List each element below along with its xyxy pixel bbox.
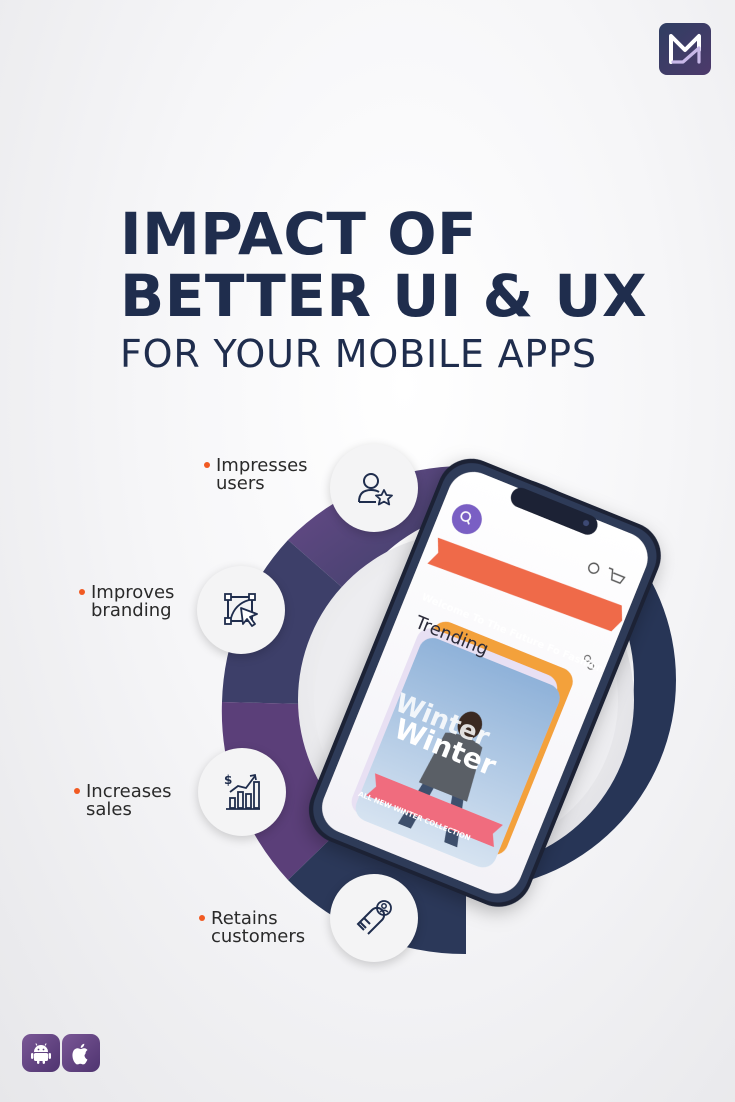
bullet-dot [79, 589, 85, 595]
sales-growth-icon: $ [224, 773, 260, 810]
bullet-dot [74, 788, 80, 794]
benefit-label-line-2: users [216, 473, 265, 494]
benefit-label-increases-sales: Increases sales [74, 783, 172, 820]
benefit-label-line-2: customers [211, 926, 306, 947]
benefit-label-impresses-users: Impresses users [204, 457, 308, 494]
android-icon [31, 1043, 51, 1064]
android-badge[interactable] [22, 1034, 60, 1072]
benefit-label-improves-branding: Improves branding [79, 584, 174, 621]
apple-badge[interactable] [62, 1034, 100, 1072]
svg-text:$: $ [224, 773, 232, 787]
benefit-label-line-2: branding [91, 600, 172, 621]
benefit-label-line-2: sales [86, 799, 132, 820]
bullet-dot [204, 462, 210, 468]
benefit-circle-increases-sales: $ [198, 748, 286, 836]
benefit-circle-impresses-users [330, 444, 418, 532]
customer-magnet-icon [356, 900, 392, 935]
user-star-icon [358, 473, 393, 506]
bullet-dot [199, 915, 205, 921]
brand-design-icon [224, 593, 258, 627]
apple-icon [72, 1043, 88, 1065]
benefit-circle-retains-customers [330, 874, 418, 962]
benefit-circle-improves-branding [197, 566, 285, 654]
benefit-label-retains-customers: Retains customers [199, 910, 306, 947]
